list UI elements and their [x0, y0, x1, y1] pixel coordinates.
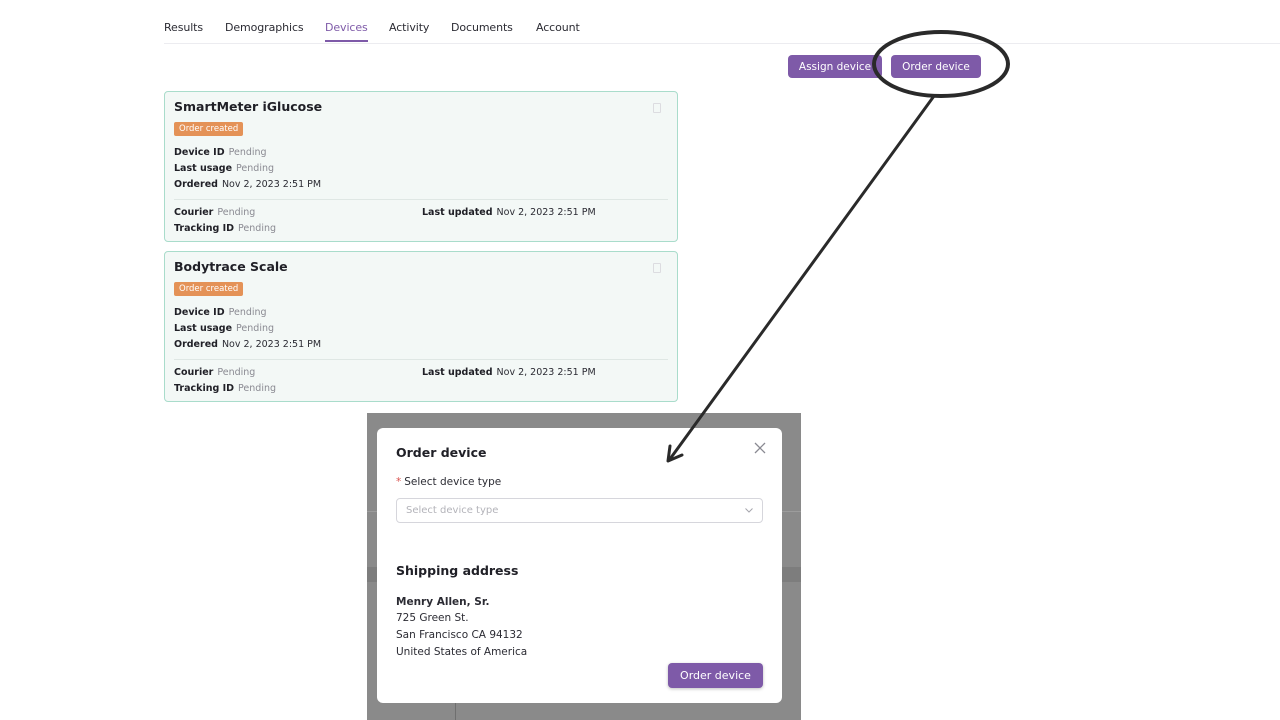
device-card: SmartMeter iGlucose Order created Device… — [164, 91, 678, 242]
last-updated-label: Last updated — [422, 207, 493, 218]
arrow-line — [668, 94, 936, 461]
shipping-address-title: Shipping address — [396, 563, 519, 578]
trash-icon[interactable] — [653, 103, 661, 113]
address-line: United States of America — [396, 646, 528, 658]
last-updated-row: Last updated Nov 2, 2023 2:51 PM — [422, 367, 596, 378]
device-card: Bodytrace Scale Order created Device ID P… — [164, 251, 678, 402]
tab-account[interactable]: Account — [536, 21, 580, 40]
ordered-row: Ordered Nov 2, 2023 2:51 PM — [174, 339, 321, 350]
device-type-label-text: Select device type — [404, 476, 502, 488]
last-updated-row: Last updated Nov 2, 2023 2:51 PM — [422, 207, 596, 218]
ordered-label: Ordered — [174, 179, 218, 190]
chevron-down-icon — [745, 508, 753, 513]
ordered-row: Ordered Nov 2, 2023 2:51 PM — [174, 179, 321, 190]
ordered-value: Nov 2, 2023 2:51 PM — [221, 339, 322, 350]
status-badge: Order created — [174, 282, 244, 296]
device-type-placeholder: Select device type — [406, 505, 499, 516]
tab-documents[interactable]: Documents — [451, 21, 513, 40]
tab-demographics[interactable]: Demographics — [225, 21, 304, 40]
last-updated-label: Last updated — [422, 367, 493, 378]
modal-title: Order device — [396, 445, 487, 460]
address-name: Menry Allen, Sr. — [396, 596, 490, 608]
divider — [174, 359, 668, 360]
last-usage-value: Pending — [236, 323, 275, 334]
tracking-label: Tracking ID — [174, 223, 235, 234]
device-id-value: Pending — [228, 147, 267, 158]
last-usage-row: Last usage Pending — [174, 323, 274, 334]
tab-bar: Results Demographics Devices Activity Do… — [164, 18, 1280, 44]
status-badge: Order created — [174, 122, 244, 136]
device-type-label: * Select device type — [396, 476, 501, 488]
courier-row: Courier Pending — [174, 207, 255, 218]
last-usage-row: Last usage Pending — [174, 163, 274, 174]
assign-device-button[interactable]: Assign device — [788, 55, 882, 78]
tracking-row: Tracking ID Pending — [174, 383, 276, 394]
courier-row: Courier Pending — [174, 367, 255, 378]
trash-icon[interactable] — [653, 263, 661, 273]
courier-value: Pending — [217, 367, 256, 378]
tab-activity[interactable]: Activity — [389, 21, 429, 40]
tab-results[interactable]: Results — [164, 21, 203, 40]
order-device-modal: Order device * Select device type Select … — [377, 428, 782, 703]
last-usage-label: Last usage — [174, 323, 233, 334]
device-id-value: Pending — [228, 307, 267, 318]
courier-label: Courier — [174, 207, 214, 218]
device-name: SmartMeter iGlucose — [174, 99, 323, 114]
last-updated-value: Nov 2, 2023 2:51 PM — [496, 207, 596, 218]
close-icon[interactable] — [753, 441, 767, 455]
courier-value: Pending — [217, 207, 256, 218]
ordered-label: Ordered — [174, 339, 218, 350]
last-usage-value: Pending — [236, 163, 275, 174]
last-updated-value: Nov 2, 2023 2:51 PM — [496, 367, 596, 378]
device-id-label: Device ID — [174, 147, 225, 158]
submit-order-button[interactable]: Order device — [668, 663, 763, 688]
device-id-row: Device ID Pending — [174, 307, 267, 318]
order-device-button[interactable]: Order device — [891, 55, 981, 78]
tracking-row: Tracking ID Pending — [174, 223, 276, 234]
last-usage-label: Last usage — [174, 163, 233, 174]
required-mark: * — [396, 476, 402, 488]
tab-devices[interactable]: Devices — [325, 21, 368, 42]
divider — [174, 199, 668, 200]
device-type-select[interactable]: Select device type — [396, 498, 763, 523]
tracking-value: Pending — [238, 223, 277, 234]
device-id-row: Device ID Pending — [174, 147, 267, 158]
ordered-value: Nov 2, 2023 2:51 PM — [221, 179, 322, 190]
address-line: 725 Green St. — [396, 612, 469, 624]
courier-label: Courier — [174, 367, 214, 378]
device-name: Bodytrace Scale — [174, 259, 288, 274]
address-line: San Francisco CA 94132 — [396, 629, 523, 641]
tracking-label: Tracking ID — [174, 383, 235, 394]
device-id-label: Device ID — [174, 307, 225, 318]
tracking-value: Pending — [238, 383, 277, 394]
